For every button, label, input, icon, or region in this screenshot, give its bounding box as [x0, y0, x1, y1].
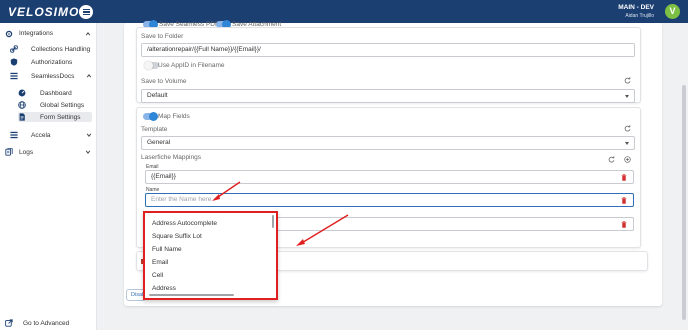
dropdown-option[interactable]: Email: [152, 259, 168, 266]
sidebar-item-label: SeamlessDocs: [31, 72, 75, 80]
go-to-advanced-label: Go to Advanced: [23, 319, 70, 327]
environment-name: MAIN - DEV: [618, 4, 654, 11]
chevron-up-icon: [86, 74, 92, 78]
sidebar-item-label: Global Settings: [40, 101, 85, 109]
sidebar-item-logs[interactable]: Logs: [5, 147, 91, 157]
add-circle-icon[interactable]: [624, 156, 631, 163]
sidebar-item-integrations[interactable]: Integrations: [5, 28, 91, 39]
user-name: Aidan Trujillo: [625, 13, 654, 19]
dropdown-option[interactable]: Full Name: [152, 246, 182, 253]
save-to-folder-label: Save to Folder: [141, 33, 184, 40]
top-bar: VELOSIMO MAIN - DEV Aidan Trujillo V: [0, 0, 688, 23]
external-link-icon: [5, 319, 13, 327]
save-to-volume-select[interactable]: Default: [141, 89, 635, 103]
sidebar-item-dashboard[interactable]: Dashboard: [18, 88, 92, 98]
laserfiche-mappings-label: Laserfiche Mappings: [141, 154, 201, 161]
dropdown-option[interactable]: Cell: [152, 272, 163, 279]
sidebar-item-authorizations[interactable]: Authorizations: [10, 57, 92, 67]
dropdown-horizontal-scrollbar[interactable]: [149, 294, 234, 296]
menu-toggle-button[interactable]: [79, 5, 93, 19]
trash-icon[interactable]: [621, 197, 627, 204]
map-fields-label: Map Fields: [158, 113, 190, 120]
refresh-icon[interactable]: [624, 125, 631, 132]
go-to-advanced-link[interactable]: Go to Advanced: [0, 316, 97, 330]
gear-icon: [5, 30, 13, 37]
trash-icon[interactable]: [621, 174, 627, 181]
link-icon: [10, 45, 18, 53]
dropdown-option[interactable]: Square Suffix Lot: [152, 233, 202, 240]
list-icon: [10, 72, 18, 80]
template-value: General: [147, 139, 171, 146]
save-to-volume-label: Save to Volume: [141, 78, 187, 85]
sidebar-item-label: Integrations: [19, 30, 53, 37]
name-mapping-input[interactable]: Enter the Name here: [145, 193, 634, 207]
dropdown-option[interactable]: Address: [152, 285, 176, 292]
caret-down-icon: [625, 95, 629, 98]
sidebar-item-label: Authorizations: [31, 58, 73, 66]
sidebar-item-global-settings[interactable]: Global Settings: [18, 100, 92, 110]
refresh-icon[interactable]: [608, 156, 615, 163]
chevron-up-icon: [85, 31, 91, 35]
chevron-down-icon: [86, 133, 92, 137]
sidebar-item-seamlessdocs[interactable]: SeamlessDocs: [10, 71, 92, 81]
sidebar-item-label: Dashboard: [40, 89, 72, 97]
sidebar-item-label: Form Settings: [40, 113, 81, 121]
shield-icon: [10, 58, 18, 66]
avatar[interactable]: V: [665, 4, 680, 19]
page-scrollbar[interactable]: [682, 85, 686, 320]
email-mapping-input[interactable]: {{Email}}: [145, 170, 634, 184]
sidebar: [0, 23, 97, 330]
use-appid-label: Use AppID in Filename: [158, 62, 225, 69]
dropdown-option[interactable]: Address Autocomplete: [152, 220, 217, 227]
chevron-down-icon: [85, 150, 91, 154]
dashboard-icon: [18, 89, 26, 97]
sidebar-item-label: Accela: [31, 131, 51, 139]
name-mapping-placeholder: Enter the Name here: [151, 196, 212, 203]
save-to-folder-input[interactable]: /alterationrepair/{{Full Name}}/{{Email}…: [141, 43, 635, 57]
trash-icon[interactable]: [621, 221, 627, 228]
logs-icon: [5, 148, 13, 156]
document-icon: [19, 113, 25, 121]
sidebar-item-accela[interactable]: Accela: [10, 130, 92, 140]
dropdown-vertical-scrollbar[interactable]: [272, 215, 274, 228]
caret-down-icon: [625, 142, 629, 145]
refresh-icon[interactable]: [624, 77, 631, 84]
template-select[interactable]: General: [141, 136, 635, 150]
field-options-dropdown[interactable]: Address Autocomplete Square Suffix Lot F…: [143, 211, 278, 300]
sidebar-item-collections-handling[interactable]: Collections Handling: [10, 44, 92, 54]
email-mapping-value: {{Email}}: [151, 173, 176, 180]
sidebar-item-label: Logs: [19, 148, 34, 156]
globe-icon: [18, 101, 26, 109]
map-fields-toggle[interactable]: [143, 112, 158, 121]
list-icon: [10, 131, 18, 139]
use-appid-toggle[interactable]: [144, 61, 159, 70]
sidebar-item-form-settings[interactable]: Form Settings: [18, 112, 92, 122]
brand-logo[interactable]: VELOSIMO: [8, 5, 79, 19]
sidebar-item-label: Collections Handling: [31, 45, 91, 53]
save-to-volume-value: Default: [147, 92, 168, 99]
template-label: Template: [141, 126, 168, 133]
